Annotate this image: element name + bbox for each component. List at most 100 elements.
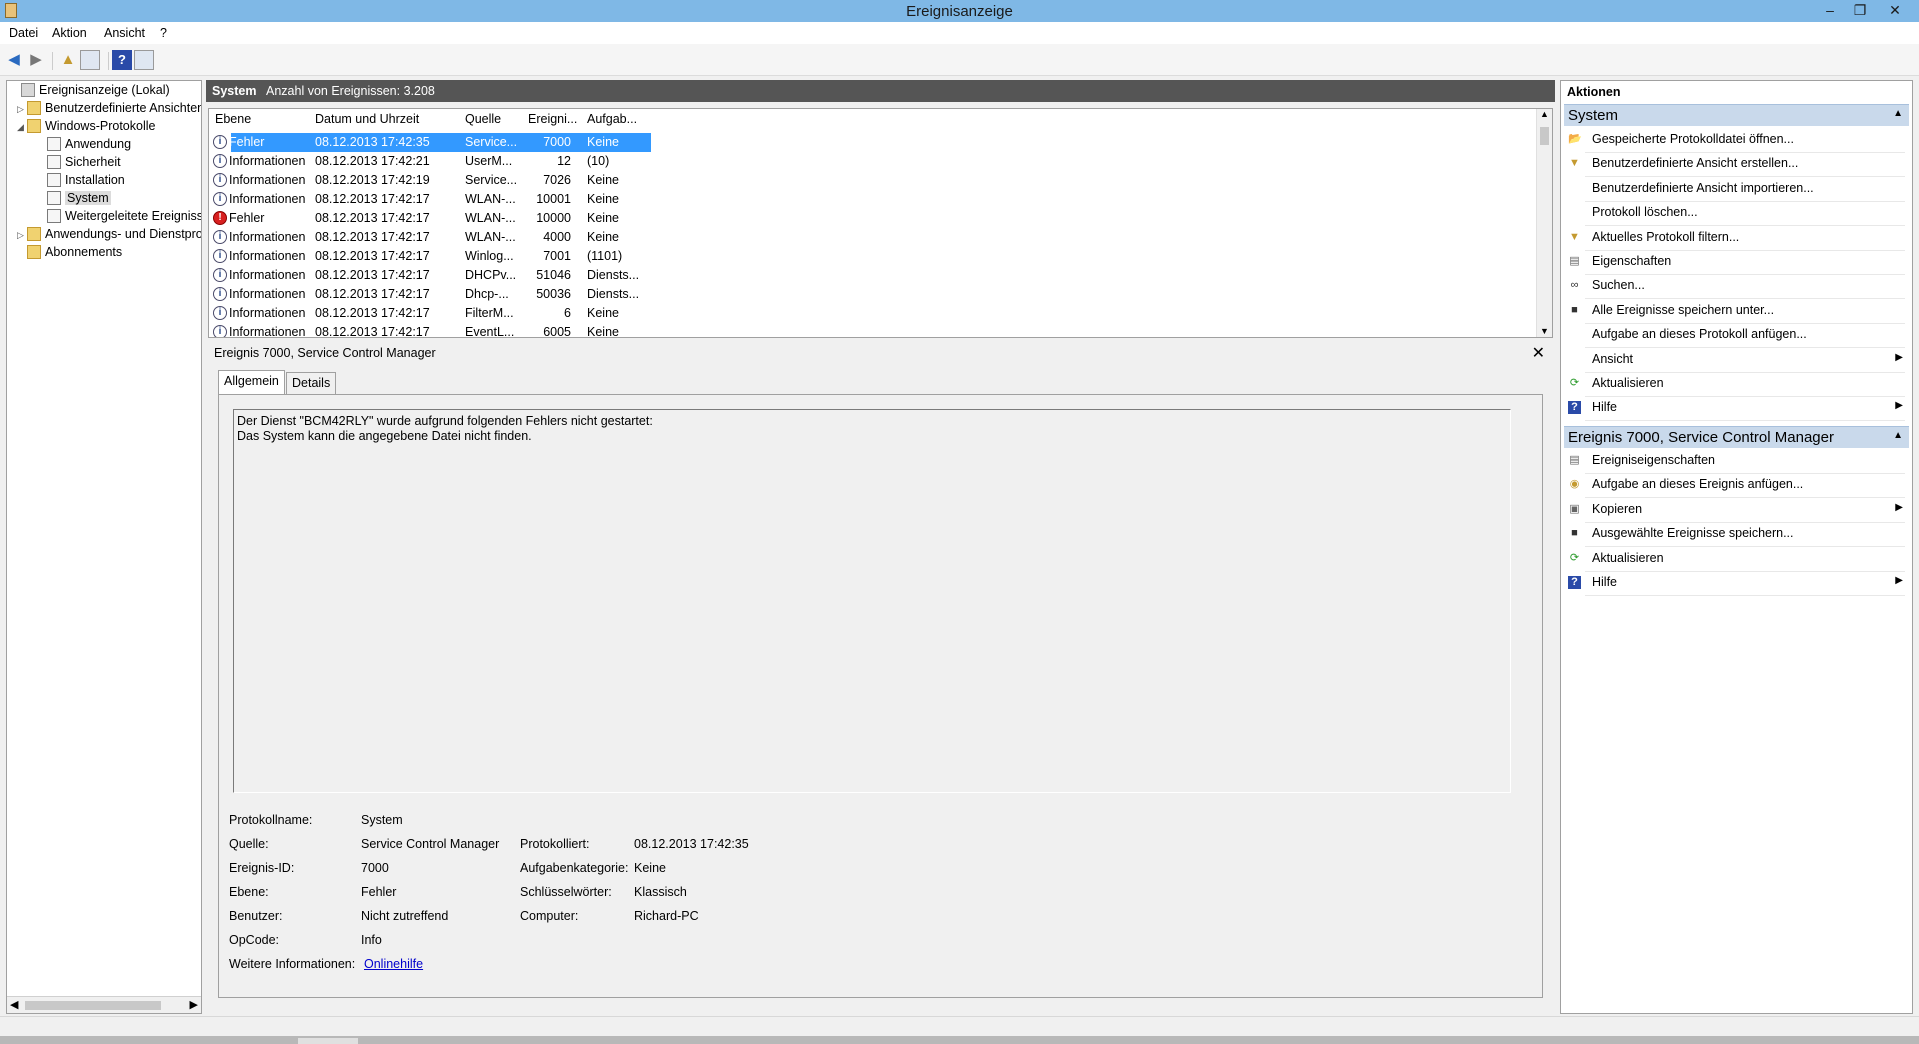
action-separator [1585,274,1905,275]
open-folder-icon[interactable]: ▲ [58,50,78,70]
column-header-date[interactable]: Datum und Uhrzeit [315,112,419,126]
close-window-button[interactable]: ✕ [1880,0,1910,22]
column-header-event-id[interactable]: Ereigni... [528,112,577,126]
tree-item-app-service-logs[interactable]: ▷Anwendungs- und Dienstprotokolle [17,227,201,245]
tree-expander[interactable]: ▷ [17,230,27,241]
action-item[interactable]: Ansicht ▶ [1564,350,1909,370]
collapse-icon[interactable]: ▲ [1893,108,1903,119]
action-item[interactable]: ◉ Aufgabe an dieses Ereignis anfügen... [1564,475,1909,495]
table-row[interactable]: i Informationen 08.12.2013 17:42:17 WLAN-..… [211,228,841,247]
cell-task: (1101) [587,249,623,263]
event-detail-header: Ereignis 7000, Service Control Manager ✕ [208,342,1553,364]
table-row[interactable]: i Informationen 08.12.2013 17:42:17 Dhcp-..… [211,285,841,304]
menu-ansicht[interactable]: Ansicht [104,26,145,40]
action-label: Hilfe [1592,400,1618,415]
action-item[interactable]: ∞ Suchen... [1564,276,1909,296]
action-item[interactable]: ⟳ Aktualisieren [1564,549,1909,569]
cell-task: Keine [587,306,619,320]
cell-id: 50036 [536,287,571,301]
table-row[interactable]: i Informationen 08.12.2013 17:42:19 Service… [211,171,841,190]
actions-section-system[interactable]: System ▲ [1564,104,1909,126]
prop-label: OpCode: [229,933,280,947]
table-row[interactable]: ! Fehler 08.12.2013 17:42:17 WLAN-... Keine 1… [211,209,841,228]
scroll-left-icon[interactable]: ◀ [10,998,18,1011]
forward-arrow-icon[interactable]: ▶ [26,50,46,70]
column-header-level[interactable]: Ebene [215,112,251,126]
action-item[interactable]: ⟳ Aktualisieren [1564,374,1909,394]
prop-benutzer: Nicht zutreffend [361,909,449,923]
restore-button[interactable]: ❐ [1845,0,1875,22]
cell-task: Diensts... [587,287,640,301]
cell-source: EventL... [465,325,515,338]
table-row[interactable]: i Fehler 08.12.2013 17:42:35 Service... Kein… [211,133,841,152]
taskbar-item[interactable] [298,1038,358,1044]
tree-item-custom-views[interactable]: ▷ Benutzerdefinierte Ansichten [17,101,201,119]
action-item[interactable]: ■ Ausgewählte Ereignisse speichern... [1564,524,1909,544]
tab-allgemein[interactable]: Allgemein [218,370,285,394]
table-row[interactable]: i Informationen 08.12.2013 17:42:21 UserM..… [211,152,841,171]
help-icon: ? [1568,401,1581,415]
table-row[interactable]: i Informationen 08.12.2013 17:42:17 WLAN-..… [211,190,841,209]
submenu-arrow-icon: ▶ [1895,400,1903,412]
action-item[interactable]: ▤ Ereigniseigenschaften [1564,451,1909,471]
event-message[interactable]: Der Dienst "BCM42RLY" wurde aufgrund fol… [233,409,1511,793]
menu-help[interactable]: ? [160,26,167,40]
scroll-up-icon[interactable]: ▲ [1540,109,1549,119]
action-item[interactable]: ▼ Aktuelles Protokoll filtern... [1564,228,1909,248]
prop-label: Computer: [520,909,579,923]
tree-expander[interactable]: ◢ [17,122,27,133]
prop-schluesselwoerter: Klassisch [634,885,687,899]
tree-item-windows-logs[interactable]: ◢ Windows-Protokolle [17,119,155,137]
cell-date: 08.12.2013 17:42:17 [315,287,430,301]
action-item[interactable]: ▣ Kopieren ▶ [1564,500,1909,520]
action-label: Ansicht [1592,351,1633,366]
actions-section-event[interactable]: Ereignis 7000, Service Control Manager ▲ [1564,426,1909,448]
tree-item-anwendung[interactable]: Anwendung [37,137,131,155]
action-item[interactable]: Benutzerdefinierte Ansicht importieren..… [1564,179,1909,199]
online-help-link[interactable]: Onlinehilfe [364,957,423,971]
tree-item-system[interactable]: System [37,191,111,209]
action-item[interactable]: 📂 Gespeicherte Protokolldatei öffnen... [1564,130,1909,150]
cell-date: 08.12.2013 17:42:19 [315,173,430,187]
tree-expander[interactable]: ▷ [17,104,27,115]
scroll-right-icon[interactable]: ▶ [190,998,198,1011]
tree-item-sicherheit[interactable]: Sicherheit [37,155,121,173]
minimize-button[interactable]: – [1815,0,1845,22]
action-item[interactable]: ▼ Benutzerdefinierte Ansicht erstellen... [1564,154,1909,174]
table-row[interactable]: i Informationen 08.12.2013 17:42:17 FilterM… [211,304,841,323]
tree-item-subscriptions[interactable]: Abonnements [17,245,122,263]
info-icon: i [213,192,227,206]
scroll-thumb[interactable] [1540,127,1549,145]
action-item[interactable]: ■ Alle Ereignisse speichern unter... [1564,301,1909,321]
cell-task: Keine [587,135,619,149]
table-row[interactable]: i Informationen 08.12.2013 17:42:17 EventL.… [211,323,841,338]
cell-level: Informationen [229,325,306,338]
action-item[interactable]: ? Hilfe ▶ [1564,573,1909,593]
action-item[interactable]: ? Hilfe ▶ [1564,398,1909,418]
tree-item-installation[interactable]: Installation [37,173,125,191]
scroll-thumb[interactable] [25,1001,161,1010]
close-detail-icon[interactable]: ✕ [1532,343,1545,363]
scroll-down-icon[interactable]: ▼ [1540,326,1549,336]
column-header-task[interactable]: Aufgab... [587,112,637,126]
show-action-pane-icon[interactable] [134,50,154,70]
show-tree-icon[interactable] [80,50,100,70]
table-row[interactable]: i Informationen 08.12.2013 17:42:17 Winlog.… [211,247,841,266]
tree-item-root[interactable]: Ereignisanzeige (Lokal) [11,83,170,101]
tree-item-forwarded-events[interactable]: Weitergeleitete Ereignisse [37,209,201,227]
menu-aktion[interactable]: Aktion [52,26,87,40]
collapse-icon[interactable]: ▲ [1893,430,1903,441]
action-item[interactable]: ▤ Eigenschaften [1564,252,1909,272]
action-item[interactable]: Aufgabe an dieses Protokoll anfügen... [1564,325,1909,345]
menu-datei[interactable]: Datei [9,26,38,40]
event-list-scrollbar[interactable]: ▲ ▼ [1536,109,1552,337]
back-arrow-icon[interactable]: ◀ [4,50,24,70]
tab-details[interactable]: Details [286,372,337,394]
column-header-source[interactable]: Quelle [465,112,501,126]
tree-horizontal-scrollbar[interactable]: ◀ ▶ [7,996,201,1013]
cell-level: Fehler [229,211,265,225]
action-item[interactable]: Protokoll löschen... [1564,203,1909,223]
save-icon: ■ [1571,303,1578,316]
table-row[interactable]: i Informationen 08.12.2013 17:42:17 DHCPv..… [211,266,841,285]
help-icon[interactable]: ? [112,50,132,70]
